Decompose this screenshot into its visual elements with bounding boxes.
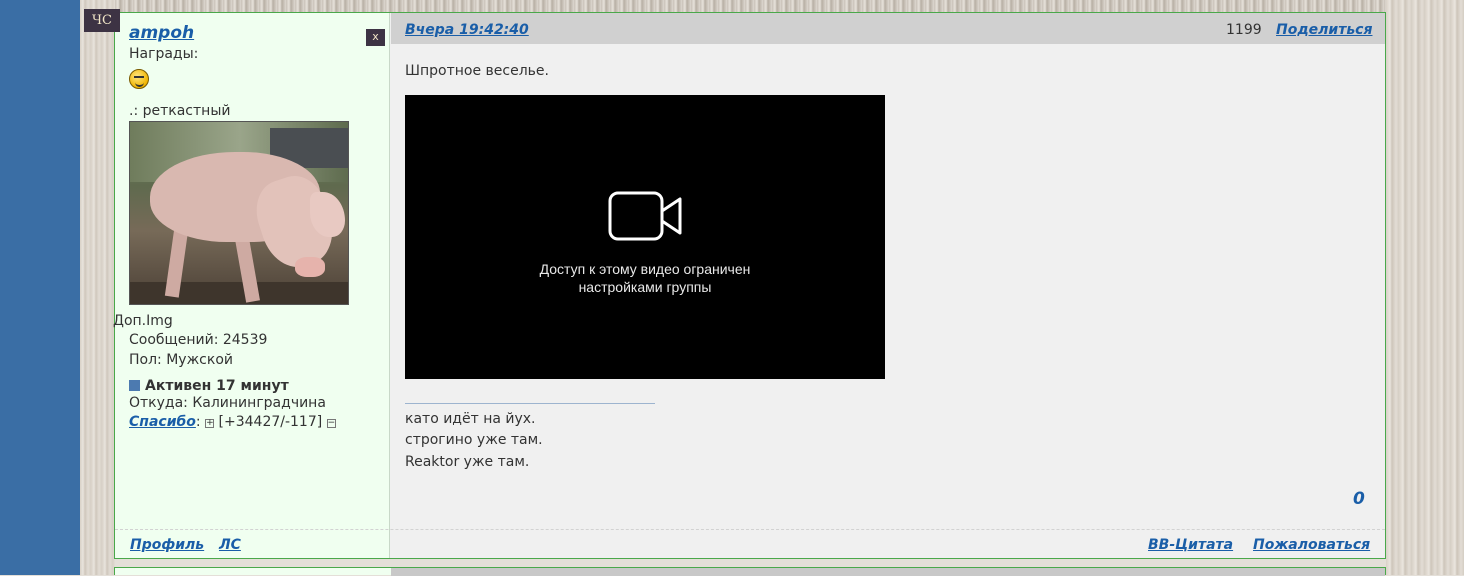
previous-post-edge — [115, 0, 1386, 12]
profile-link[interactable]: Профиль — [130, 537, 204, 553]
username-link[interactable]: ampoh — [129, 23, 194, 43]
thanks-link[interactable]: Спасибо — [129, 414, 196, 430]
blacklist-button[interactable]: ЧС — [84, 9, 120, 32]
user-title: .: реткастный — [129, 103, 231, 119]
thanks-colon: : — [195, 414, 201, 430]
extra-image-label: Доп.Img — [113, 313, 173, 329]
next-post-edge — [114, 567, 1386, 576]
thanks-value: [+34427/-117] — [218, 414, 323, 430]
gender: Пол: Мужской — [129, 352, 234, 368]
post-rating[interactable]: 0 — [1353, 489, 1365, 509]
wood-background-right — [1386, 0, 1464, 575]
forum-post: x ampoh Награды: .: реткастный Доп.Img С… — [113, 12, 1386, 559]
thanks-row: Спасибо: + [+34427/-117] − — [129, 414, 336, 430]
share-link[interactable]: Поделиться — [1276, 22, 1372, 38]
wood-background-left — [80, 0, 115, 575]
close-button[interactable]: x — [366, 29, 385, 46]
signature-line: като идёт на йух. — [405, 411, 536, 427]
post-number: 1199 — [1226, 22, 1262, 38]
signature-line: строгино уже там. — [405, 432, 543, 448]
post-header: Вчера 19:42:40 1199 Поделиться — [391, 13, 1385, 44]
user-info-panel: x ampoh Награды: .: реткастный Доп.Img С… — [113, 13, 390, 558]
post-text: Шпротное веселье. — [405, 63, 549, 79]
video-message-line-1: Доступ к этому видео ограничен — [539, 261, 751, 277]
minus-icon[interactable]: − — [326, 419, 336, 428]
plus-icon[interactable]: + — [205, 419, 215, 428]
signature-divider — [405, 403, 655, 404]
bb-quote-link[interactable]: BB-Цитата — [1148, 537, 1233, 553]
video-player[interactable]: Доступ к этому видео ограничен настройка… — [405, 95, 885, 379]
awards-label: Награды: — [129, 46, 199, 62]
video-restricted-message: Доступ к этому видео ограничен настройка… — [405, 260, 885, 296]
signature-line: Reaktor уже там. — [405, 454, 530, 470]
user-location: Откуда: Калининградчина — [129, 395, 326, 411]
video-camera-icon — [608, 191, 682, 241]
post-date-link[interactable]: Вчера 19:42:40 — [405, 22, 529, 38]
left-sidebar-strip — [0, 0, 80, 575]
private-message-link[interactable]: ЛС — [219, 537, 241, 553]
report-link[interactable]: Пожаловаться — [1253, 537, 1370, 553]
activity-status: Активен 17 минут — [129, 378, 289, 394]
status-indicator-icon — [129, 380, 140, 391]
activity-text: Активен 17 минут — [145, 378, 289, 394]
post-content: Вчера 19:42:40 1199 Поделиться Шпротное … — [391, 13, 1385, 558]
message-count: Сообщений: 24539 — [129, 332, 268, 348]
smiley-icon — [129, 69, 149, 89]
avatar — [129, 121, 349, 305]
footer-divider — [115, 529, 1385, 530]
video-message-line-2: настройками группы — [578, 279, 712, 295]
